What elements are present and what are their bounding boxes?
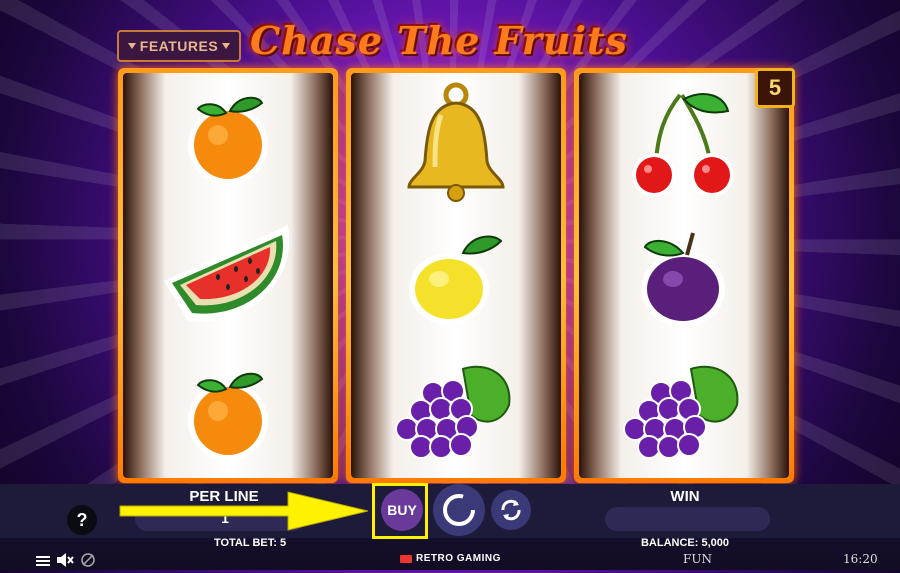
autoplay-icon xyxy=(501,499,521,521)
win-label: WIN xyxy=(670,488,700,505)
reels-area xyxy=(118,68,796,483)
provider-name: RETRO GAMING xyxy=(416,553,501,564)
triangle-down-icon xyxy=(222,43,231,49)
autoplay-button[interactable] xyxy=(491,490,531,530)
spin-button[interactable] xyxy=(433,484,485,536)
features-label: FEATURES xyxy=(139,38,219,54)
reel-3 xyxy=(574,68,794,483)
grapes-symbol xyxy=(395,365,511,459)
grapes-symbol xyxy=(623,365,739,459)
watermelon-symbol xyxy=(164,225,290,322)
spin-icon xyxy=(443,494,475,526)
free-spins-counter: 5 xyxy=(755,68,795,108)
bell-symbol xyxy=(407,82,505,202)
balance: BALANCE: 5,000 xyxy=(640,537,730,549)
mode-indicator: FUN xyxy=(683,552,712,566)
win-display xyxy=(605,507,770,531)
menu-icon[interactable] xyxy=(36,554,50,572)
triangle-down-icon xyxy=(127,43,136,49)
orange-symbol xyxy=(188,96,268,185)
buy-button[interactable]: BUY xyxy=(381,489,423,531)
help-button[interactable]: ? xyxy=(67,505,97,535)
arrow-pointer-icon xyxy=(119,491,369,531)
reel-1 xyxy=(118,68,338,483)
reel-2 xyxy=(346,68,566,483)
plum-symbol xyxy=(641,232,725,327)
retro-gaming-logo-icon xyxy=(400,554,412,563)
features-button[interactable]: FEATURES xyxy=(117,30,241,62)
sound-muted-icon[interactable] xyxy=(56,553,74,572)
total-bet: TOTAL BET: 5 xyxy=(213,537,287,549)
title-area: FEATURES Chase The Fruits xyxy=(115,18,675,70)
cherries-symbol xyxy=(632,93,734,197)
orange-symbol xyxy=(188,372,268,461)
clock: 16:20 xyxy=(843,552,878,566)
provider-logo: RETRO GAMING xyxy=(400,553,501,564)
game-title: Chase The Fruits xyxy=(250,18,628,63)
lemon-symbol xyxy=(409,235,503,325)
